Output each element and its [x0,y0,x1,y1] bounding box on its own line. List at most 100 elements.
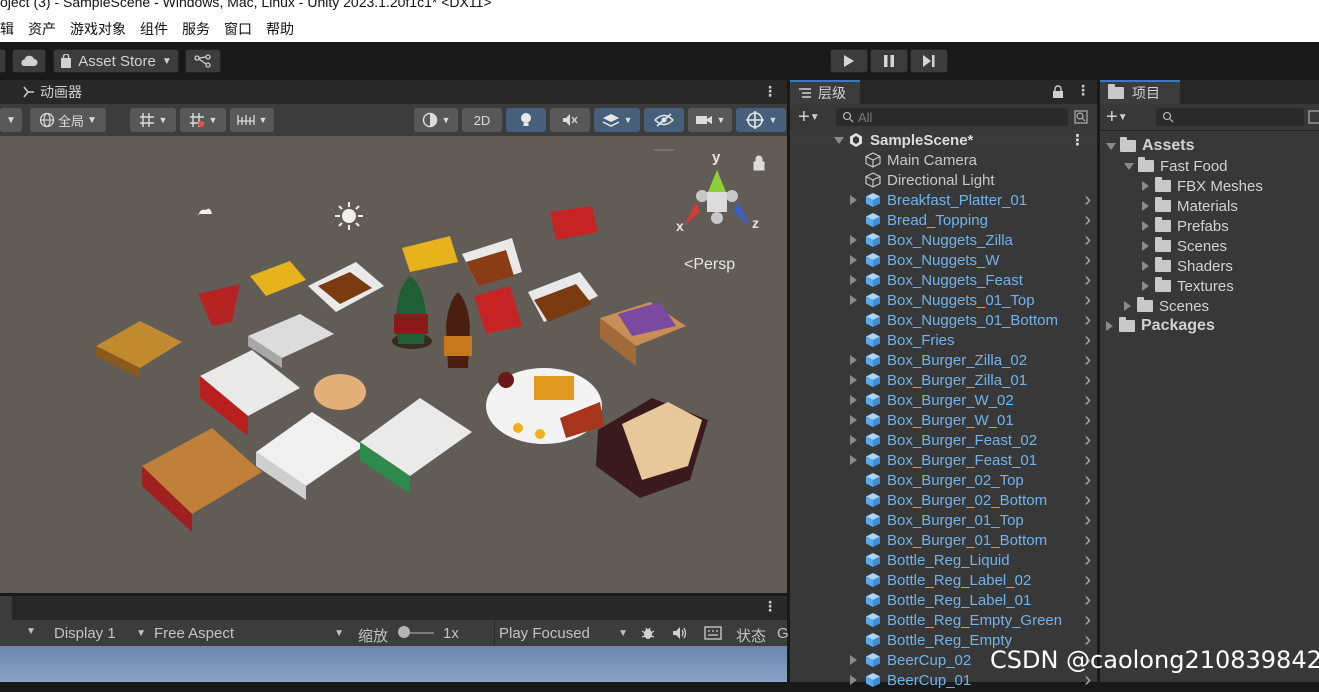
display-dropdown[interactable]: Display 1 ▼ [44,620,148,646]
projection-label[interactable]: <Persp [684,256,735,274]
account-button[interactable] [0,49,6,73]
play-button[interactable] [830,49,868,73]
panel-menu-icon[interactable]: ⋮ [1076,82,1090,99]
hierarchy-item[interactable]: Box_Burger_01_Bottom › [790,529,1097,551]
cloud-button[interactable] [12,49,46,73]
gizmos-button[interactable]: ▼ [736,108,786,132]
project-folder-row[interactable]: Scenes [1124,296,1209,316]
bug-icon[interactable] [640,625,656,641]
lighting-toggle[interactable] [506,108,546,132]
project-folder-row[interactable]: Scenes [1142,236,1227,256]
project-folder-row[interactable]: Assets [1106,136,1194,156]
draw-mode-dropdown[interactable]: ▼ [0,108,22,132]
hierarchy-item[interactable]: Box_Burger_Feast_01 › [790,449,1097,471]
camera-settings-button[interactable]: ▼ [688,108,732,132]
panel-menu-icon[interactable]: ⋮ [763,83,777,100]
hierarchy-item[interactable]: Box_Nuggets_W › [790,249,1097,271]
tab-hierarchy[interactable]: 层级 [790,80,860,104]
hierarchy-item[interactable]: Directional Light [790,170,1097,190]
hierarchy-item[interactable]: Bottle_Reg_Label_01 › [790,589,1097,611]
expand-arrow-icon[interactable] [1124,301,1131,311]
menu-window[interactable]: 窗口 [224,19,252,39]
expand-arrow-icon[interactable] [850,295,857,305]
shading-mode-button[interactable]: ▼ [414,108,458,132]
hierarchy-item[interactable]: Box_Burger_Zilla_02 › [790,349,1097,371]
expand-arrow-icon[interactable] [1142,241,1149,251]
create-asset-button[interactable]: +▼ [1106,106,1128,129]
hierarchy-item[interactable]: Bread_Topping › [790,209,1097,231]
hierarchy-item[interactable]: Box_Burger_W_02 › [790,389,1097,411]
menu-help[interactable]: 帮助 [266,19,294,39]
collapse-arrow-icon[interactable] [1124,162,1134,170]
project-folder-row[interactable]: Packages [1106,316,1215,336]
lock-icon[interactable] [1052,85,1064,99]
hierarchy-item[interactable]: Box_Nuggets_01_Top › [790,289,1097,311]
audio-toggle[interactable] [550,108,590,132]
expand-arrow-icon[interactable] [850,275,857,285]
game-view[interactable] [0,646,787,682]
hierarchy-item[interactable]: Breakfast_Platter_01 › [790,189,1097,211]
hidden-objects-toggle[interactable] [644,108,684,132]
expand-arrow-icon[interactable] [850,415,857,425]
hierarchy-scene-row[interactable]: SampleScene* ⋮ [790,130,1097,150]
step-button[interactable] [910,49,948,73]
project-folder-row[interactable]: Shaders [1142,256,1233,276]
collapse-arrow-icon[interactable] [1106,142,1116,150]
version-control-button[interactable] [185,49,221,73]
expand-arrow-icon[interactable] [850,455,857,465]
tab-project[interactable]: 项目 [1100,80,1180,104]
hierarchy-item[interactable]: Bottle_Reg_Label_02 › [790,569,1097,591]
hierarchy-item[interactable]: Box_Fries › [790,329,1097,351]
hierarchy-item[interactable]: Box_Burger_02_Bottom › [790,489,1097,511]
project-folder-row[interactable]: Prefabs [1142,216,1229,236]
asset-store-button[interactable]: Asset Store ▼ [53,49,179,73]
menu-component[interactable]: 组件 [140,19,168,39]
hierarchy-item[interactable]: Bottle_Reg_Empty_Green › [790,609,1097,631]
play-mode-dropdown[interactable]: Play Focused ▼ [494,620,630,646]
expand-arrow-icon[interactable] [1142,201,1149,211]
speaker-icon[interactable] [672,625,688,641]
gizmos-toggle[interactable]: G [777,625,789,642]
hierarchy-item[interactable]: Box_Nuggets_Zilla › [790,229,1097,251]
expand-arrow-icon[interactable] [850,195,857,205]
scene-menu-icon[interactable]: ⋮ [1070,131,1085,149]
global-toggle[interactable]: 全局 ▼ [30,108,106,132]
project-folder-row[interactable]: Textures [1142,276,1234,296]
menu-services[interactable]: 服务 [182,19,210,39]
chevron-down-icon[interactable]: ▼ [26,626,36,637]
hierarchy-search-field[interactable]: All [836,108,1068,126]
scene-view[interactable]: y x z <Persp [0,136,787,593]
hierarchy-item[interactable]: Box_Burger_W_01 › [790,409,1097,431]
hierarchy-item[interactable]: Main Camera [790,150,1097,170]
grid-visibility-button[interactable]: ▼ [230,108,274,132]
panel-menu-icon[interactable]: ⋮ [763,598,777,615]
hierarchy-item[interactable]: Box_Burger_Feast_02 › [790,429,1097,451]
lock-icon[interactable] [753,155,765,171]
scale-slider-handle[interactable] [398,626,410,638]
expand-arrow-icon[interactable] [1142,221,1149,231]
add-object-button[interactable]: +▼ [798,106,820,129]
search-options-icon[interactable] [1074,110,1088,124]
keyboard-icon[interactable] [704,626,722,640]
pause-button[interactable] [870,49,908,73]
toggle-2d-button[interactable]: 2D [462,108,502,132]
aspect-dropdown[interactable]: Free Aspect ▼ [150,620,346,646]
expand-arrow-icon[interactable] [1142,261,1149,271]
expand-arrow-icon[interactable] [850,375,857,385]
grid-snap-button[interactable]: ▼ [130,108,176,132]
project-folder-row[interactable]: Fast Food [1124,156,1228,176]
hierarchy-item[interactable]: Bottle_Reg_Liquid › [790,549,1097,571]
hierarchy-item[interactable]: Box_Burger_Zilla_01 › [790,369,1097,391]
hierarchy-item[interactable]: Box_Nuggets_01_Bottom › [790,309,1097,331]
expand-arrow-icon[interactable] [1106,321,1113,331]
expand-arrow-icon[interactable] [1142,181,1149,191]
search-options-icon[interactable] [1308,110,1319,124]
expand-arrow-icon[interactable] [834,136,844,144]
increment-snap-button[interactable]: ▼ [180,108,226,132]
effects-toggle[interactable]: ▼ [594,108,640,132]
project-folder-row[interactable]: Materials [1142,196,1238,216]
orientation-gizmo[interactable] [684,170,750,226]
project-search-field[interactable] [1156,108,1304,126]
expand-arrow-icon[interactable] [850,655,857,665]
expand-arrow-icon[interactable] [850,395,857,405]
